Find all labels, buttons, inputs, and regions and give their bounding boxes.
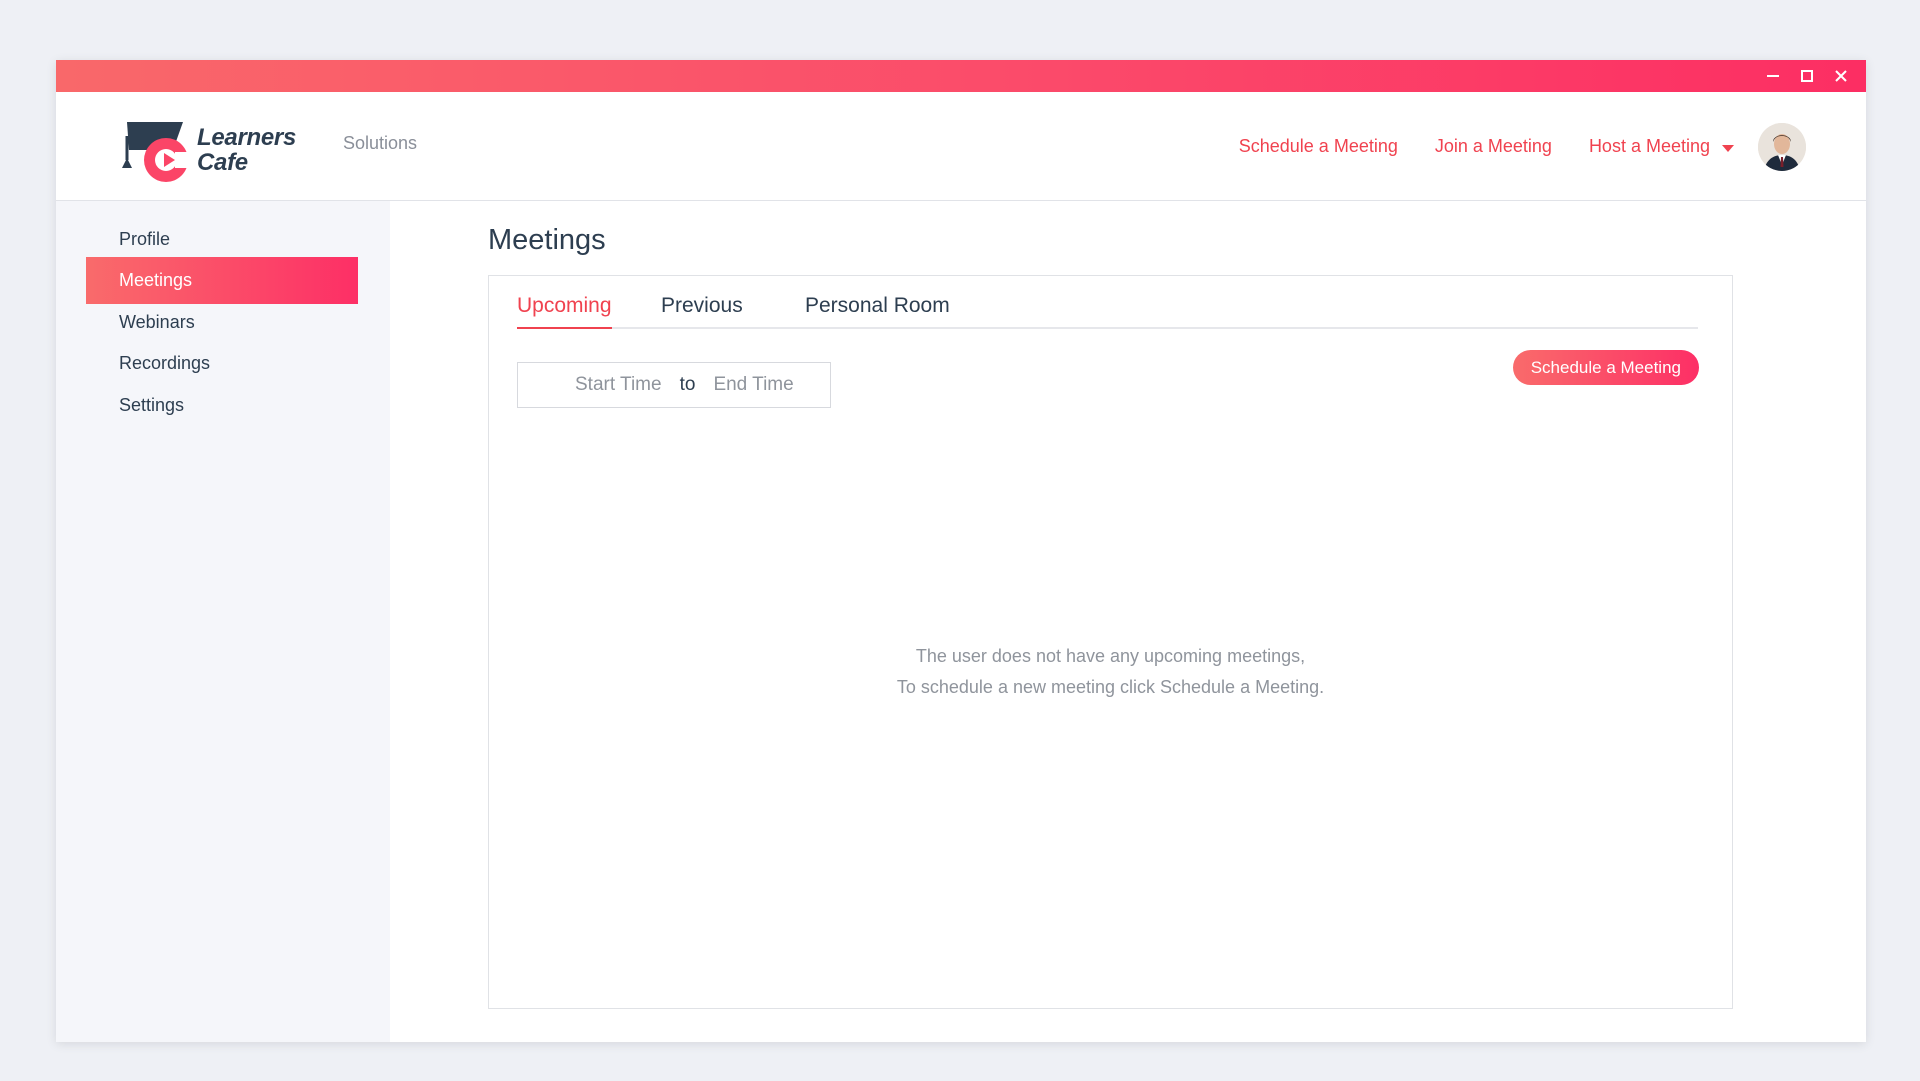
user-avatar-icon bbox=[1758, 122, 1806, 171]
meetings-card: Upcoming Previous Personal Room Start Ti… bbox=[488, 275, 1733, 1009]
app-window: Learners Cafe Solutions Schedule a Meeti… bbox=[56, 60, 1866, 1042]
sidebar-item-recordings[interactable]: Recordings bbox=[86, 340, 358, 387]
tab-upcoming[interactable]: Upcoming bbox=[517, 294, 612, 329]
solutions-link[interactable]: Solutions bbox=[343, 133, 417, 154]
logo-text-line2: Cafe bbox=[197, 149, 248, 176]
tab-previous[interactable]: Previous bbox=[661, 294, 743, 327]
logo[interactable]: Learners Cafe bbox=[117, 114, 296, 186]
maximize-icon[interactable] bbox=[1790, 60, 1824, 92]
sidebar-item-profile[interactable]: Profile bbox=[86, 216, 358, 263]
logo-text: Learners Cafe bbox=[197, 125, 296, 175]
logo-text-line1: Learners bbox=[197, 124, 296, 151]
chevron-down-icon bbox=[1722, 144, 1734, 152]
host-meeting-label: Host a Meeting bbox=[1588, 136, 1710, 156]
host-meeting-dropdown[interactable]: Host a Meeting bbox=[1589, 136, 1734, 157]
sidebar: Profile Meetings Webinars Recordings Set… bbox=[56, 201, 390, 1042]
window-controls bbox=[1756, 60, 1858, 92]
main-content: Meetings Upcoming Previous Personal Room… bbox=[390, 201, 1866, 1042]
sidebar-item-meetings[interactable]: Meetings bbox=[86, 257, 358, 304]
close-icon[interactable] bbox=[1824, 60, 1858, 92]
sidebar-item-settings[interactable]: Settings bbox=[86, 382, 358, 429]
date-range-picker[interactable]: Start Time to End Time bbox=[517, 362, 831, 408]
top-header: Learners Cafe Solutions Schedule a Meeti… bbox=[56, 92, 1866, 201]
empty-state-line2: To schedule a new meeting click Schedule… bbox=[896, 677, 1325, 697]
graduation-cap-logo-icon bbox=[122, 122, 191, 182]
meeting-tabs: Upcoming Previous Personal Room bbox=[517, 276, 1698, 329]
date-range-separator: to bbox=[679, 374, 696, 395]
schedule-meeting-link[interactable]: Schedule a Meeting bbox=[1239, 136, 1398, 157]
page-title: Meetings bbox=[488, 224, 606, 256]
title-bar bbox=[56, 60, 1866, 92]
empty-state-line1: The user does not have any upcoming meet… bbox=[915, 646, 1306, 666]
minimize-icon[interactable] bbox=[1756, 60, 1790, 92]
sidebar-item-webinars[interactable]: Webinars bbox=[86, 299, 358, 346]
tab-personal-room[interactable]: Personal Room bbox=[805, 294, 950, 327]
join-meeting-link[interactable]: Join a Meeting bbox=[1435, 136, 1552, 157]
avatar[interactable] bbox=[1758, 122, 1806, 171]
schedule-meeting-button[interactable]: Schedule a Meeting bbox=[1512, 350, 1699, 385]
header-nav: Schedule a Meeting Join a Meeting Host a… bbox=[1202, 92, 1866, 201]
empty-state-message: The user does not have any upcoming meet… bbox=[489, 641, 1732, 703]
start-time-input[interactable]: Start Time bbox=[575, 374, 662, 396]
end-time-input[interactable]: End Time bbox=[713, 374, 793, 396]
